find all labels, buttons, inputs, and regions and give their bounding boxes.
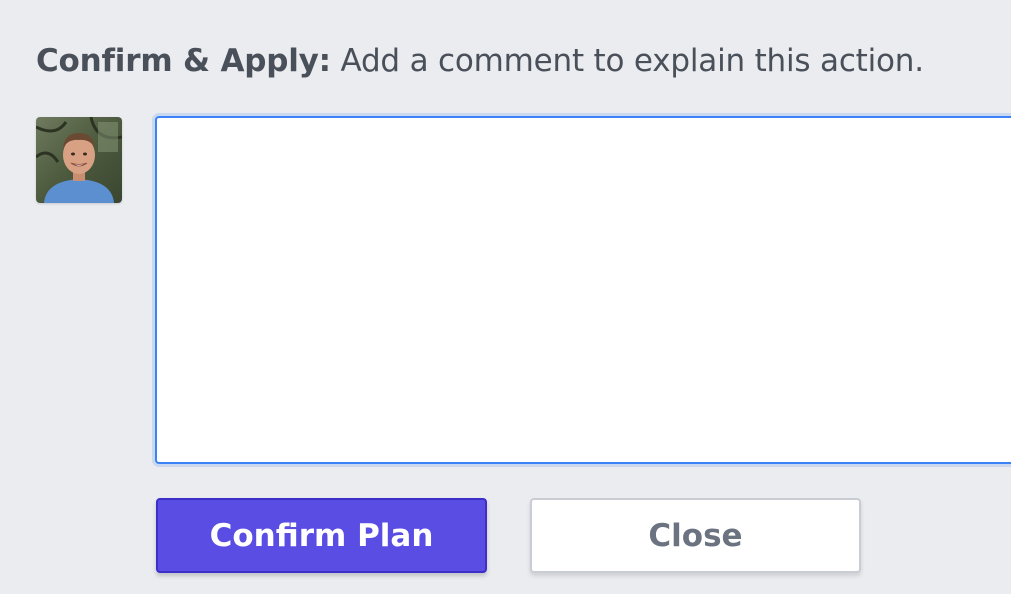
avatar xyxy=(36,117,122,203)
heading-description: Add a comment to explain this action. xyxy=(330,43,924,79)
dialog-heading: Confirm & Apply: Add a comment to explai… xyxy=(36,40,924,82)
close-button[interactable]: Close xyxy=(530,498,861,573)
user-avatar-icon xyxy=(36,117,122,203)
confirm-plan-button[interactable]: Confirm Plan xyxy=(156,498,487,573)
heading-bold-label: Confirm & Apply: xyxy=(36,43,331,79)
comment-input[interactable] xyxy=(155,116,1011,464)
